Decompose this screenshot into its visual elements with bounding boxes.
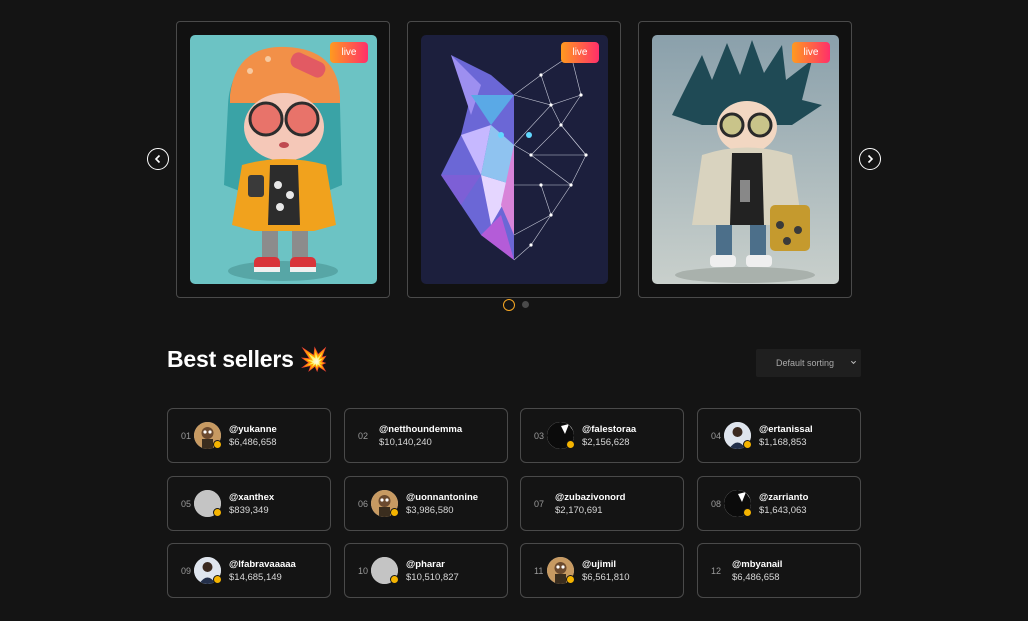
carousel-next-button[interactable] <box>859 148 881 170</box>
seller-amount: $1,168,853 <box>759 437 807 448</box>
seller-handle[interactable]: @netthoundemma <box>379 424 462 435</box>
seller-rank: 10 <box>358 566 369 576</box>
seller-amount: $6,486,658 <box>732 572 780 583</box>
chevron-right-icon <box>867 154 874 164</box>
seller-handle[interactable]: @pharar <box>406 559 445 570</box>
seller-amount: $6,486,658 <box>229 437 277 448</box>
seller-handle[interactable]: @zubazivonord <box>555 492 626 503</box>
seller-card[interactable]: 09 @lfabravaaaaa $14,685,149 <box>167 543 331 598</box>
verified-badge-icon <box>390 575 399 584</box>
carousel-dot-active[interactable] <box>503 299 515 311</box>
nft-card[interactable]: live <box>407 21 621 298</box>
seller-card[interactable]: 08 @zarrianto $1,643,063 <box>697 476 861 531</box>
seller-handle[interactable]: @uonnantonine <box>406 492 478 503</box>
seller-amount: $6,561,810 <box>582 572 630 583</box>
seller-amount: $3,986,580 <box>406 505 454 516</box>
seller-rank: 07 <box>534 499 545 509</box>
seller-card[interactable]: 04 @ertanissal $1,168,853 <box>697 408 861 463</box>
featured-carousel: live live live <box>0 0 1028 320</box>
seller-handle[interactable]: @xanthex <box>229 492 274 503</box>
carousel-dot[interactable] <box>522 301 529 308</box>
seller-rank: 03 <box>534 431 545 441</box>
verified-badge-icon <box>390 508 399 517</box>
seller-card[interactable]: 11 @ujimil $6,561,810 <box>520 543 684 598</box>
sort-dropdown[interactable]: Default sorting <box>756 349 861 377</box>
seller-rank: 09 <box>181 566 192 576</box>
seller-rank: 04 <box>711 431 722 441</box>
chevron-down-icon <box>850 360 857 365</box>
verified-badge-icon <box>566 575 575 584</box>
seller-rank: 02 <box>358 431 369 441</box>
seller-rank: 08 <box>711 499 722 509</box>
verified-badge-icon <box>743 440 752 449</box>
seller-handle[interactable]: @ujimil <box>582 559 616 570</box>
girl-figure-art <box>190 35 377 284</box>
carousel-prev-button[interactable] <box>147 148 169 170</box>
seller-amount: $14,685,149 <box>229 572 282 583</box>
seller-card[interactable]: 12 @mbyanail $6,486,658 <box>697 543 861 598</box>
verified-badge-icon <box>743 508 752 517</box>
verified-badge-icon <box>213 440 222 449</box>
seller-handle[interactable]: @mbyanail <box>732 559 782 570</box>
verified-badge-icon <box>213 575 222 584</box>
seller-handle[interactable]: @ertanissal <box>759 424 813 435</box>
seller-amount: $2,170,691 <box>555 505 603 516</box>
seller-rank: 11 <box>534 566 544 576</box>
seller-rank: 06 <box>358 499 369 509</box>
chevron-left-icon <box>154 154 161 164</box>
seller-handle[interactable]: @zarrianto <box>759 492 808 503</box>
nft-card[interactable]: live <box>176 21 390 298</box>
seller-rank: 12 <box>711 566 722 576</box>
wolf-polygon-art <box>421 35 608 284</box>
seller-handle[interactable]: @yukanne <box>229 424 277 435</box>
seller-handle[interactable]: @lfabravaaaaa <box>229 559 296 570</box>
live-badge: live <box>561 42 599 63</box>
seller-handle[interactable]: @falestoraa <box>582 424 636 435</box>
seller-amount: $10,510,827 <box>406 572 459 583</box>
verified-badge-icon <box>566 440 575 449</box>
seller-card[interactable]: 07 @zubazivonord $2,170,691 <box>520 476 684 531</box>
seller-rank: 05 <box>181 499 192 509</box>
seller-rank: 01 <box>181 431 192 441</box>
seller-card[interactable]: 10 @pharar $10,510,827 <box>344 543 508 598</box>
nft-card[interactable]: live <box>638 21 852 298</box>
best-sellers-title: Best sellers 💥 <box>167 346 329 372</box>
seller-card[interactable]: 05 @xanthex $839,349 <box>167 476 331 531</box>
seller-card[interactable]: 03 @falestoraa $2,156,628 <box>520 408 684 463</box>
live-badge: live <box>330 42 368 63</box>
sort-dropdown-label: Default sorting <box>776 358 835 368</box>
verified-badge-icon <box>213 508 222 517</box>
seller-amount: $2,156,628 <box>582 437 630 448</box>
seller-amount: $839,349 <box>229 505 269 516</box>
seller-amount: $1,643,063 <box>759 505 807 516</box>
seller-card[interactable]: 02 @netthoundemma $10,140,240 <box>344 408 508 463</box>
punk-boy-art <box>652 35 839 284</box>
live-badge: live <box>792 42 830 63</box>
seller-card[interactable]: 01 @yukanne $6,486,658 <box>167 408 331 463</box>
seller-card[interactable]: 06 @uonnantonine $3,986,580 <box>344 476 508 531</box>
seller-amount: $10,140,240 <box>379 437 432 448</box>
